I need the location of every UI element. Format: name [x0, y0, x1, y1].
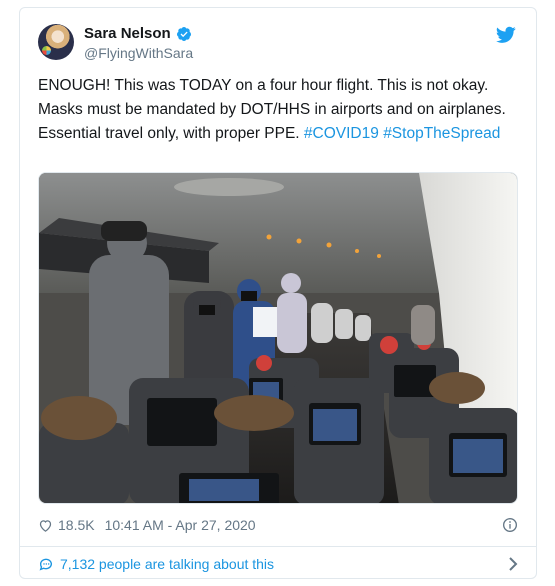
verified-badge-icon: [176, 26, 191, 41]
hashtag-covid19[interactable]: #COVID19: [304, 125, 379, 142]
author-handle[interactable]: @FlyingWithSara: [84, 45, 193, 61]
tweet-photo[interactable]: [38, 172, 518, 504]
author-name[interactable]: Sara Nelson: [84, 25, 171, 42]
author-avatar[interactable]: [38, 24, 74, 60]
heart-icon[interactable]: [38, 518, 53, 533]
tweet-timestamp[interactable]: 10:41 AM - Apr 27, 2020: [105, 517, 256, 533]
info-icon[interactable]: [502, 517, 518, 533]
talking-count[interactable]: 7,132 people are talking about this: [60, 556, 274, 572]
divider: [20, 546, 536, 547]
tweet-meta: 18.5K 10:41 AM - Apr 27, 2020: [38, 515, 518, 535]
hashtag-stopthespread[interactable]: #StopTheSpread: [383, 125, 500, 142]
airplane-cabin-photo: [39, 173, 517, 503]
speech-bubble-icon: [39, 558, 52, 571]
conversation-link[interactable]: 7,132 people are talking about this: [38, 553, 518, 575]
twitter-bird-icon[interactable]: [496, 26, 516, 44]
like-count[interactable]: 18.5K: [58, 517, 95, 533]
author-name-row: Sara Nelson: [84, 25, 192, 42]
tweet-card: Sara Nelson @FlyingWithSara ENOUGH! This…: [19, 7, 537, 579]
tweet-header: Sara Nelson @FlyingWithSara: [38, 24, 520, 64]
tweet-text: ENOUGH! This was TODAY on a four hour fl…: [38, 74, 518, 146]
chevron-right-icon[interactable]: [508, 557, 518, 571]
